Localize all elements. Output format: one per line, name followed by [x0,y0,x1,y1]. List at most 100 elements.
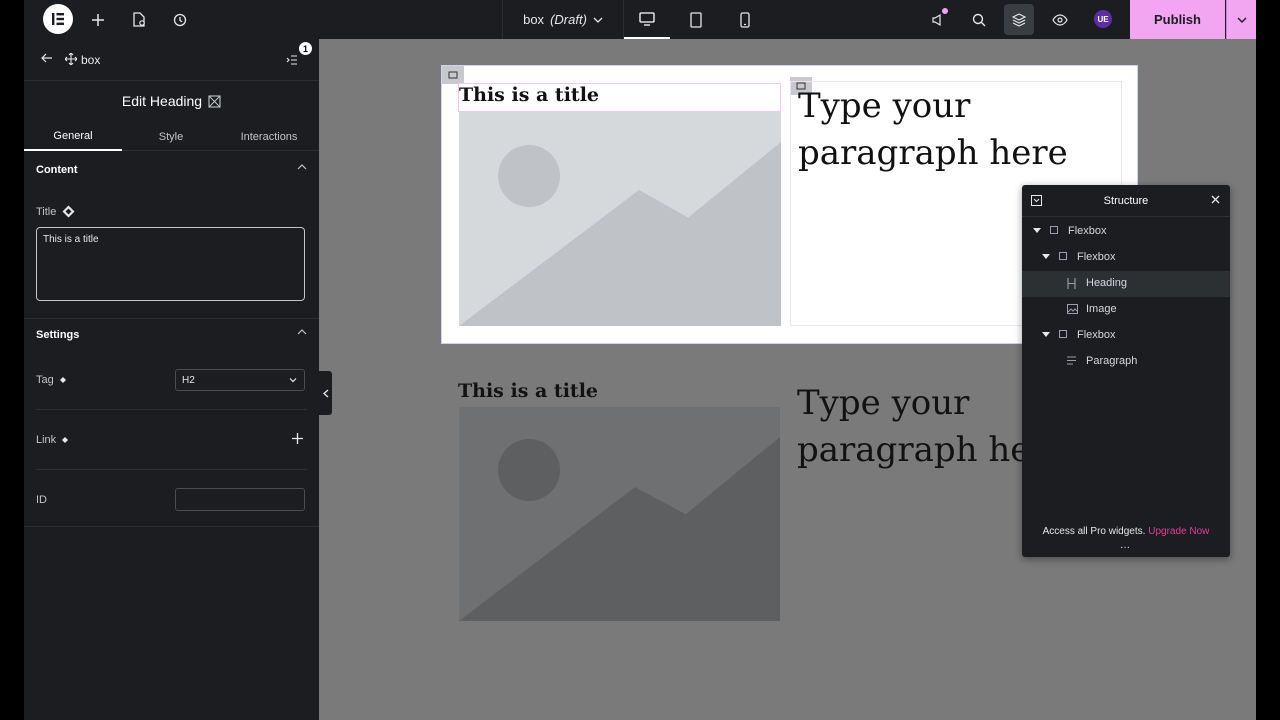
tree-item-image[interactable]: Image [1022,297,1230,323]
content-section-header[interactable]: Content [36,164,307,176]
add-element-button[interactable] [87,0,109,39]
box-icon [1059,330,1067,338]
tab-style[interactable]: Style [122,123,220,151]
tree-item-heading[interactable]: Heading [1022,271,1230,297]
notification-count-badge: 1 [299,42,312,55]
tree-item-label: Flexbox [1077,251,1116,263]
add-link-plus-icon[interactable] [292,433,303,444]
panel-tabs: General Style Interactions [24,123,319,151]
structure-panel: Structure Flexbox Flexbox Heading Image … [1022,185,1230,557]
search-button[interactable] [967,0,991,39]
caret-down-icon[interactable] [1042,254,1050,260]
id-label-text: ID [36,494,47,506]
image-placeholder-copy[interactable] [459,407,780,621]
heading-icon [1067,278,1076,289]
elementor-logo-button[interactable] [43,4,73,34]
dynamic-tags-icon[interactable] [62,205,75,218]
tree-item-flexbox-root[interactable]: Flexbox [1022,219,1230,245]
window-edge [1256,0,1280,720]
tree-item-paragraph[interactable]: Paragraph [1022,349,1230,375]
arrow-left-icon[interactable] [41,53,53,63]
layers-icon [1012,12,1026,27]
panel-collapse-handle[interactable] [319,371,332,415]
pro-widgets-promo: Access all Pro widgets. Upgrade Now [1022,526,1230,537]
link-field-label: Link [36,434,69,446]
container-handle-icon [448,71,458,79]
tag-select[interactable]: H2 [175,369,305,391]
id-field-label: ID [36,494,47,506]
container-handle[interactable] [442,66,464,84]
image-icon [1067,304,1078,314]
whats-new-button[interactable] [926,0,950,39]
responsive-dot-icon [62,437,69,443]
image-placeholder-graphic [459,407,780,621]
tag-field-label: Tag [36,374,66,386]
widget-heading-icon [208,94,221,108]
structure-panel-header[interactable]: Structure [1022,185,1230,217]
section-divider [24,526,319,527]
tree-item-label: Image [1086,303,1117,315]
tab-general[interactable]: General [24,123,122,151]
paragraph-line: Type your [798,86,971,126]
paragraph-line: paragraph here [798,133,1068,173]
resize-handle-icon[interactable]: ··· [1120,543,1130,553]
paragraph-line: Type your [797,383,970,423]
plus-icon [92,13,104,26]
document-status: (Draft) [550,12,587,27]
canvas-paragraph-copy[interactable]: Type your paragraph he [797,380,1030,474]
preview-button[interactable] [1048,0,1072,39]
chevron-up-icon [297,329,307,335]
caret-down-icon[interactable] [1042,332,1050,338]
megaphone-icon [932,13,941,26]
title-textarea[interactable]: This is a title [36,227,305,301]
desktop-icon [639,11,655,26]
panel-title: Edit Heading [24,93,319,109]
canvas-heading-copy[interactable]: This is a title [458,380,598,402]
id-input[interactable] [175,488,305,511]
canvas-paragraph[interactable]: Type your paragraph here [798,83,1068,177]
tab-interactions[interactable]: Interactions [220,123,318,151]
chevron-left-icon [322,389,328,397]
move-icon [65,53,77,65]
chevron-down-icon [1237,17,1246,23]
responsive-dot-icon [59,377,66,383]
tablet-view-button[interactable] [673,0,719,39]
image-placeholder[interactable] [459,112,781,326]
content-section-title: Content [36,164,78,176]
publish-options-button[interactable] [1226,0,1256,39]
editor-app: box (Draft) UE Publish box 1 Edit Headin… [0,0,1280,720]
collapse-all-icon[interactable] [1031,195,1042,206]
chevron-up-icon [297,164,307,170]
history-icon [173,13,187,26]
close-icon[interactable] [1211,195,1220,204]
upgrade-now-link[interactable]: Upgrade Now [1148,526,1209,537]
chevron-down-icon [289,378,297,383]
tag-select-value: H2 [182,374,195,386]
title-field-label: Title [36,205,75,218]
breadcrumb-label[interactable]: box [81,53,100,67]
canvas-heading[interactable]: This is a title [459,84,599,106]
tree-item-flexbox-left[interactable]: Flexbox [1022,245,1230,271]
structure-button[interactable] [1004,4,1034,35]
image-placeholder-graphic [459,112,781,326]
top-bar: box (Draft) UE Publish [24,0,1256,39]
field-divider [36,469,307,470]
document-name: box [523,12,545,27]
settings-section-header[interactable]: Settings [36,329,307,341]
mobile-view-button[interactable] [722,0,768,39]
structure-title: Structure [1103,194,1149,207]
paragraph-line: paragraph he [797,430,1031,470]
tree-item-label: Paragraph [1086,355,1138,367]
desktop-view-button[interactable] [624,0,670,39]
mobile-icon [740,11,750,28]
link-label-text: Link [36,434,57,446]
history-button[interactable] [169,0,191,39]
page-settings-button[interactable] [128,0,150,39]
tree-item-flexbox-right[interactable]: Flexbox [1022,323,1230,349]
user-avatar[interactable]: UE [1094,10,1112,28]
panel-menu-icon [286,55,297,65]
publish-button[interactable]: Publish [1130,0,1225,39]
caret-down-icon[interactable] [1033,228,1041,234]
document-title-dropdown[interactable]: box (Draft) [502,0,624,39]
panel-header: box 1 [24,39,319,81]
